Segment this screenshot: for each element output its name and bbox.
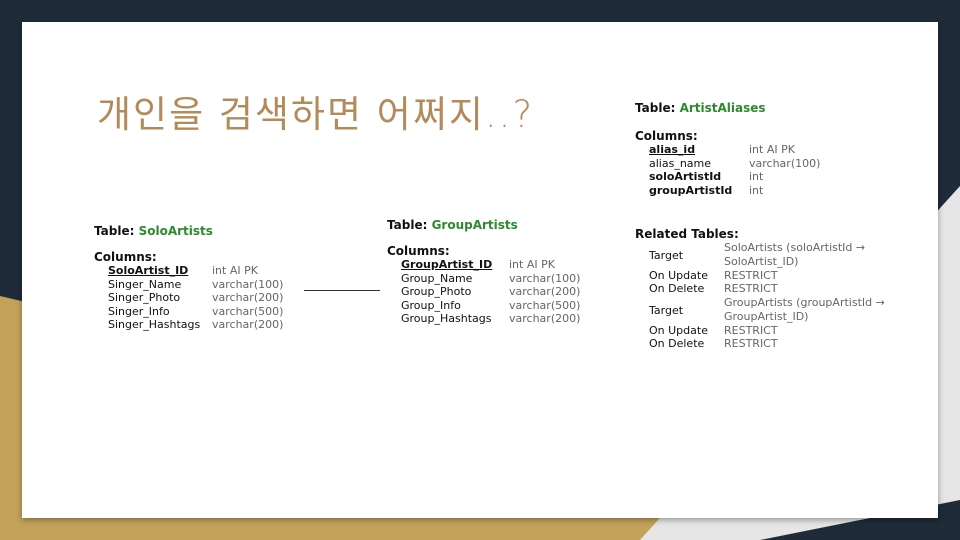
relation-update-row: On Update RESTRICT [635, 269, 778, 282]
relation-key: On Update [649, 324, 708, 337]
relation-key: On Delete [649, 282, 705, 295]
relation-key: Target [649, 249, 684, 262]
column-type: int [749, 170, 764, 183]
column-type: varchar(200) [212, 291, 284, 304]
columns-label: Columns: [94, 250, 157, 264]
relationship-connector-line [304, 290, 380, 291]
column-row: Group_Hashtags varchar(200) [387, 312, 580, 326]
column-name: groupArtistId [649, 183, 733, 197]
table-label: Table: [94, 224, 135, 238]
column-name: Singer_Photo [108, 291, 181, 304]
column-row: Singer_Photo varchar(200) [94, 291, 283, 305]
column-type: int AI PK [212, 264, 258, 277]
relation-value: RESTRICT [724, 324, 778, 337]
column-type: varchar(200) [509, 312, 581, 325]
relation-value: RESTRICT [724, 282, 778, 295]
column-type: varchar(200) [509, 285, 581, 298]
column-type: int AI PK [749, 143, 795, 156]
relation-value: GroupArtists (groupArtistId → [724, 296, 885, 309]
column-row: Group_Photo varchar(200) [387, 285, 580, 299]
table-label: Table: [387, 218, 428, 232]
related-tables-label: Related Tables: [635, 227, 739, 241]
column-row: Group_Name varchar(100) [387, 271, 580, 286]
relation-value: RESTRICT [724, 337, 778, 350]
column-name: Group_Hashtags [401, 312, 492, 325]
column-type: varchar(500) [509, 298, 581, 312]
column-row: Singer_Info varchar(500) [94, 304, 283, 319]
column-row: Singer_Hashtags varchar(200) [94, 318, 283, 332]
column-type: varchar(100) [509, 271, 581, 285]
solo-artists-table: Table: SoloArtists Columns: SoloArtist_I… [94, 224, 283, 332]
column-row: SoloArtist_ID int AI PK [94, 264, 258, 278]
group-artists-table: Table: GroupArtists Columns: GroupArtist… [387, 218, 580, 326]
relation-update-row: On Update RESTRICT [635, 324, 778, 337]
artist-aliases-table: Table: ArtistAliases Columns: alias_id i… [635, 101, 885, 351]
column-type: int AI PK [509, 258, 555, 271]
column-name: Group_Name [401, 271, 473, 285]
table-name: ArtistAliases [679, 101, 766, 115]
column-row: alias_name varchar(100) [635, 156, 820, 171]
table-name: GroupArtists [431, 218, 518, 232]
table-header: Table: SoloArtists [94, 224, 213, 238]
column-name: Singer_Info [108, 304, 170, 318]
column-name: Group_Info [401, 298, 461, 312]
column-row: groupArtistId int [635, 184, 766, 198]
column-name: Singer_Hashtags [108, 318, 201, 331]
column-type: varchar(100) [212, 277, 284, 291]
column-name: SoloArtist_ID [108, 264, 189, 277]
column-row: soloArtistId int [635, 170, 766, 184]
table-header: Table: ArtistAliases [635, 101, 766, 115]
column-type: varchar(100) [749, 156, 821, 170]
relation-value: SoloArtist_ID) [724, 255, 799, 268]
columns-label: Columns: [387, 244, 450, 258]
column-row: GroupArtist_ID int AI PK [387, 258, 555, 272]
column-name: alias_name [649, 156, 712, 170]
relation-key: Target [649, 304, 684, 317]
column-name: soloArtistId [649, 170, 722, 183]
relation-target-row: Target GroupArtists (groupArtistId → Gro… [635, 296, 885, 324]
relation-delete-row: On Delete RESTRICT [635, 282, 778, 296]
column-row: Group_Info varchar(500) [387, 298, 580, 313]
relation-value: RESTRICT [724, 269, 778, 282]
column-row: Singer_Name varchar(100) [94, 277, 283, 292]
relation-key: On Delete [649, 337, 705, 350]
relation-delete-row: On Delete RESTRICT [635, 337, 778, 351]
columns-label: Columns: [635, 129, 698, 143]
column-type: varchar(500) [212, 304, 284, 318]
column-name: Group_Photo [401, 285, 472, 298]
column-type: varchar(200) [212, 318, 284, 331]
relation-key: On Update [649, 269, 708, 282]
relation-target-row: Target SoloArtists (soloArtistId → SoloA… [635, 241, 865, 269]
table-header: Table: GroupArtists [387, 218, 518, 232]
column-name: Singer_Name [108, 277, 182, 291]
table-label: Table: [635, 101, 676, 115]
column-name: GroupArtist_ID [401, 258, 493, 271]
relation-value: GroupArtist_ID) [724, 310, 809, 323]
relation-value: SoloArtists (soloArtistId → [724, 241, 866, 254]
table-name: SoloArtists [138, 224, 213, 238]
column-row: alias_id int AI PK [635, 143, 795, 157]
slide-title: 개인을 검색하면 어쩌지..? [97, 93, 535, 136]
column-name: alias_id [649, 143, 696, 156]
column-type: int [749, 183, 764, 197]
